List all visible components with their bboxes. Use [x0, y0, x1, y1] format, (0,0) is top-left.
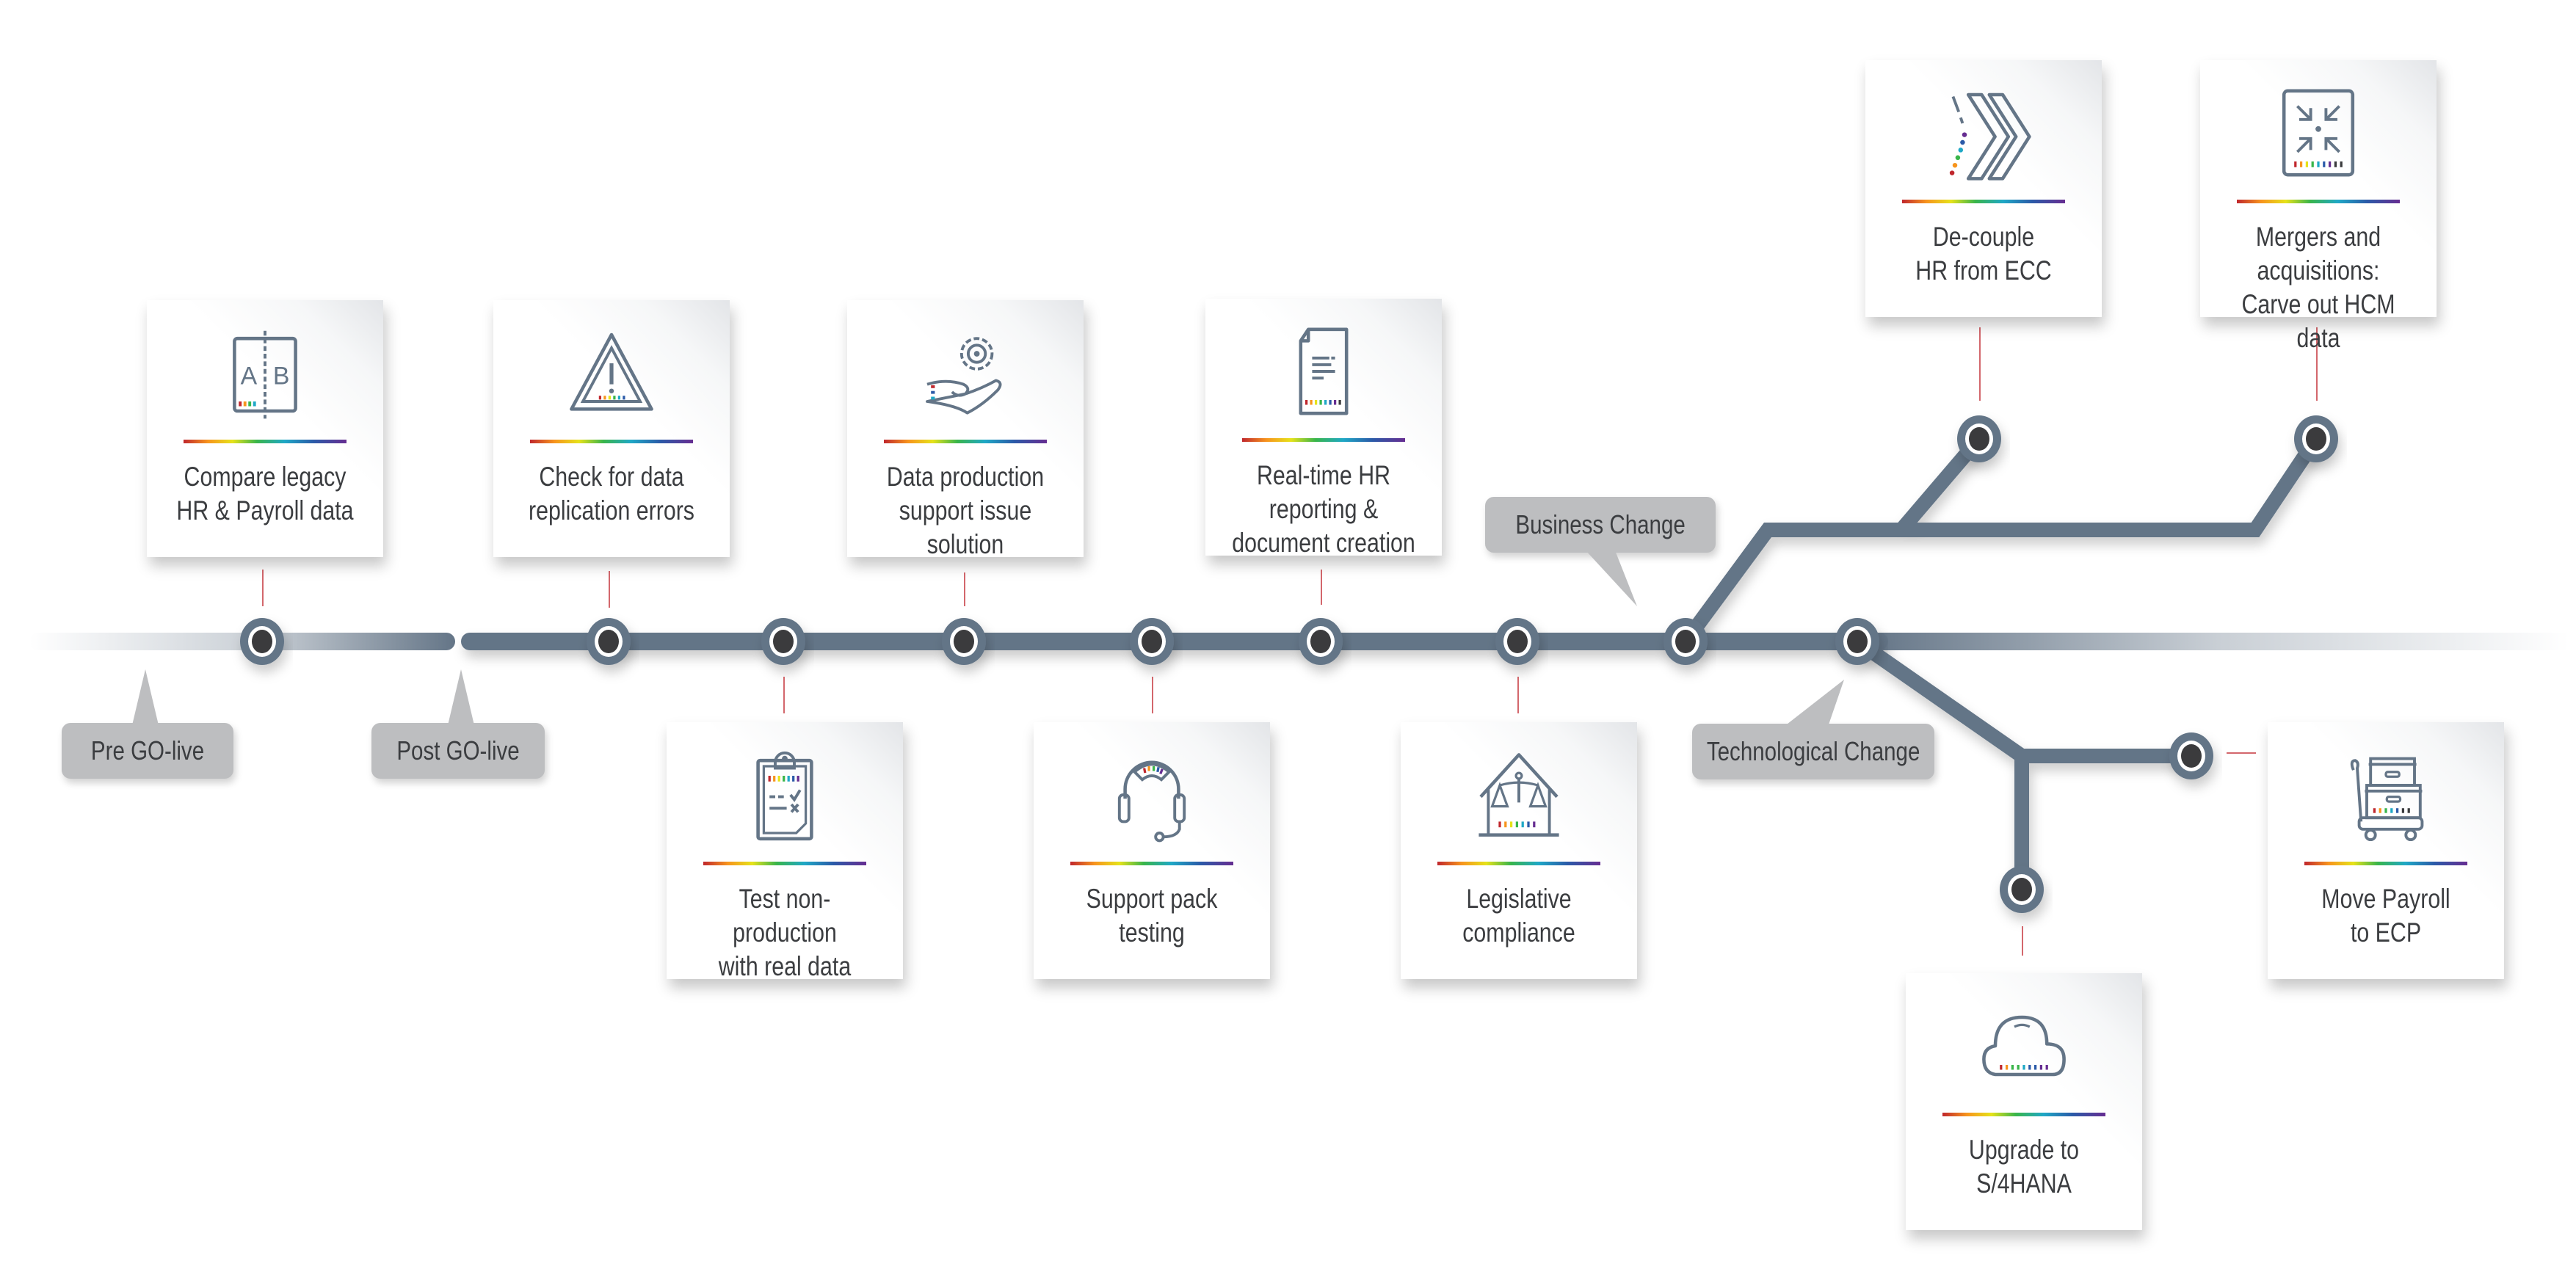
business-change-tag: Business Change — [1485, 497, 1716, 553]
card-label: Mergers and acquisitions: Carve out HCM … — [2241, 222, 2395, 353]
svg-text:A: A — [241, 363, 258, 390]
rainbow-divider — [530, 440, 693, 443]
card-realtime-reporting: Real-time HR reporting & document creati… — [1205, 299, 1442, 558]
rainbow-divider — [184, 440, 347, 443]
metro-map — [29, 415, 2569, 913]
technological-change-tag-pointer — [1784, 680, 1844, 727]
card-label: Upgrade to S/4HANA — [1968, 1135, 2080, 1199]
rainbow-divider — [1242, 438, 1405, 442]
station-node-check — [587, 618, 631, 665]
svg-text:B: B — [273, 363, 290, 390]
track-fade-right — [1865, 633, 2569, 650]
connector — [1321, 570, 1322, 605]
rainbow-divider — [1437, 862, 1600, 865]
card-label: De-couple HR from ECC — [1915, 222, 2052, 286]
document-icon — [1299, 327, 1349, 415]
technological-change-tag: Technological Change — [1692, 724, 1934, 779]
post-golive-tag-pointer — [448, 669, 474, 725]
post-golive-tag: Post GO-live — [371, 723, 545, 779]
pre-golive-tag: Pre GO-live — [62, 723, 233, 779]
clipboard-checklist-icon — [756, 751, 813, 841]
scales-house-icon — [1479, 753, 1559, 837]
arrows-inward-icon — [2282, 89, 2355, 177]
station-node-mergers — [2294, 415, 2338, 462]
card-label: Legislative compliance — [1462, 884, 1575, 948]
card-label: Move Payroll to ECP — [2321, 884, 2450, 948]
card-label: Data production support issue solution — [886, 462, 1045, 559]
station-node-tech-junction — [1835, 618, 1879, 665]
card-move-payroll: Move Payroll to ECP — [2268, 722, 2504, 979]
station-node-legislative — [1495, 618, 1539, 665]
card-support-pack: Support pack testing — [1034, 722, 1270, 979]
headset-icon — [1117, 760, 1186, 843]
card-test-nonproduction: Test non-production with real data — [667, 722, 903, 981]
station-node-dataprod — [942, 618, 986, 665]
connector — [2227, 752, 2256, 754]
ab-compare-icon: AB — [233, 330, 297, 419]
rainbow-divider — [703, 862, 866, 865]
rainbow-divider — [2304, 862, 2467, 865]
card-label: Real-time HR reporting & document creati… — [1232, 460, 1415, 558]
card-data-production: Data production support issue solution — [847, 300, 1084, 559]
connector — [964, 572, 965, 606]
station-node-upgrade — [2000, 866, 2044, 913]
rainbow-divider — [884, 440, 1047, 443]
card-label: Test non-production with real data — [718, 884, 852, 981]
station-node-testnonprod — [761, 618, 805, 665]
card-check-replication: Check for data replication errors — [493, 300, 730, 557]
card-label: Check for data replication errors — [529, 462, 694, 526]
connector — [1152, 677, 1153, 713]
connector — [1517, 677, 1519, 713]
cloud-icon — [1982, 1015, 2066, 1077]
station-node-supportpack — [1130, 618, 1174, 665]
connector — [783, 677, 785, 713]
gear-hand-icon — [926, 337, 1002, 415]
connector — [1979, 327, 1981, 401]
card-upgrade: Upgrade to S/4HANA — [1906, 973, 2142, 1230]
connector — [2022, 926, 2023, 956]
card-legislative: Legislative compliance — [1401, 722, 1637, 979]
station-node-business-junction — [1663, 618, 1708, 665]
rainbow-divider — [1070, 862, 1233, 865]
station-node-decouple — [1957, 415, 2001, 462]
station-node-realtime — [1299, 618, 1343, 665]
cart-boxes-icon — [2350, 757, 2424, 842]
connector — [262, 570, 264, 606]
track-business-branch — [1679, 434, 2323, 646]
card-label: Support pack testing — [1086, 884, 1218, 948]
rainbow-divider — [2237, 200, 2400, 203]
chevrons-right-icon — [1949, 92, 2031, 181]
card-mergers: Mergers and acquisitions: Carve out HCM … — [2200, 60, 2437, 353]
connector — [609, 571, 610, 608]
card-decouple: De-couple HR from ECC — [1865, 60, 2102, 317]
warning-triangle-icon — [570, 332, 653, 411]
rainbow-divider — [1942, 1113, 2105, 1116]
rainbow-divider — [1902, 200, 2065, 203]
card-label: Compare legacy HR & Payroll data — [176, 462, 354, 526]
business-change-tag-pointer — [1586, 550, 1637, 606]
card-compare-legacy: AB Compare legacy HR & Payroll data — [147, 300, 383, 557]
station-node-compare — [240, 618, 284, 665]
pre-golive-tag-pointer — [132, 669, 159, 725]
station-node-movepayroll — [2169, 732, 2213, 779]
